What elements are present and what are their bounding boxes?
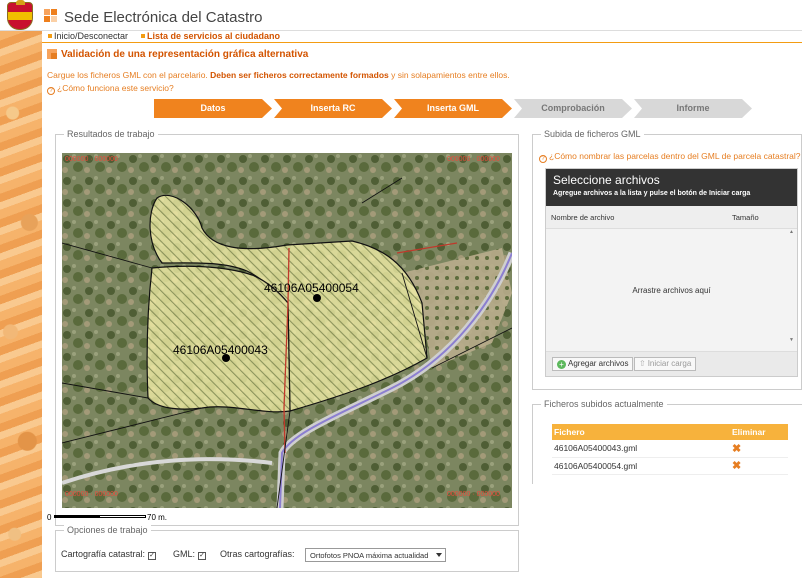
file-uploader: Seleccione archivos Agregue archivos a l…: [545, 168, 798, 377]
cartografia-option: Cartografía catastral: ✓: [61, 549, 157, 560]
uploader-scrollbar[interactable]: ▲ ▼: [789, 229, 797, 349]
start-upload-label: Iniciar carga: [647, 359, 692, 368]
cartografia-checkbox[interactable]: ✓: [148, 552, 157, 560]
upload-arrow-icon: ⇧: [639, 359, 646, 368]
scale-bar: [54, 515, 146, 518]
uploaded-legend: Ficheros subidos actualmente: [541, 399, 667, 409]
scale-label: 70 m.: [147, 513, 168, 522]
site-title[interactable]: Sede Electrónica del Catastro: [64, 9, 262, 26]
add-files-button[interactable]: + Agregar archivos: [552, 357, 634, 371]
upload-legend: Subida de ficheros GML: [541, 129, 644, 139]
intro-bold: Deben ser ficheros correctamente formado…: [210, 70, 389, 80]
col-fichero: Fichero: [552, 424, 730, 440]
step-inserta-rc: Inserta RC: [274, 99, 392, 118]
otras-value: Ortofotos PNOA máxima actualidad: [310, 551, 429, 560]
col-filename: Nombre de archivo: [551, 213, 615, 222]
step-datos: Datos: [154, 99, 272, 118]
delete-icon[interactable]: ✖: [732, 460, 741, 472]
cartografia-label: Cartografía catastral:: [61, 549, 146, 559]
otras-label: Otras cartografías:: [220, 549, 295, 559]
col-eliminar: Eliminar: [730, 424, 788, 440]
uploaded-files-table: Fichero Eliminar 46106A05400043.gml ✖ 46…: [552, 424, 788, 475]
chevron-down-icon: [436, 553, 442, 557]
intro-text: Cargue los ficheros GML con el parcelari…: [47, 70, 510, 80]
parcel-marker-54: [313, 294, 321, 302]
uploader-title: Seleccione archivos: [553, 173, 660, 187]
step-comprobacion: Comprobación: [514, 99, 632, 118]
upload-help-line[interactable]: ? ¿Cómo nombrar las parcelas dentro del G…: [539, 151, 801, 163]
bullet-icon: [48, 34, 52, 38]
drop-text: Arrastre archivos aquí: [632, 286, 711, 295]
header: Sede Electrónica del Catastro: [0, 0, 802, 31]
wizard-steps: Datos Inserta RC Inserta GML Comprobació…: [154, 99, 754, 118]
svg-text:000000 · 000000: 000000 · 000000: [447, 156, 500, 163]
file-name: 46106A05400043.gml: [552, 440, 730, 458]
gml-checkbox[interactable]: ✓: [198, 552, 207, 560]
results-legend: Resultados de trabajo: [64, 129, 158, 139]
table-row: 46106A05400054.gml ✖: [552, 457, 788, 475]
page-title: Validación de una representación gráfica…: [61, 49, 309, 60]
nav-divider: [42, 42, 802, 43]
top-nav: Inicio/Desconectar Lista de servicios al…: [42, 31, 802, 42]
delete-icon[interactable]: ✖: [732, 443, 741, 455]
gml-label: GML:: [173, 549, 196, 559]
svg-text:000000 · 000000: 000000 · 000000: [65, 491, 118, 498]
naming-help-link[interactable]: ¿Cómo nombrar las parcelas dentro del GM…: [549, 151, 801, 161]
help-icon: ?: [47, 87, 55, 95]
help-line[interactable]: ? ¿Cómo funciona este servicio?: [47, 83, 174, 95]
intro-prefix: Cargue los ficheros GML con el parcelari…: [47, 70, 208, 80]
uploader-header: Seleccione archivos Agregue archivos a l…: [546, 169, 797, 206]
file-name: 46106A05400054.gml: [552, 457, 730, 475]
services-list-link[interactable]: Lista de servicios al ciudadano: [147, 31, 280, 41]
intro-suffix: y sin solapamientos entre ellos.: [391, 70, 510, 80]
how-it-works-link[interactable]: ¿Cómo funciona este servicio?: [57, 83, 174, 93]
drop-zone[interactable]: Arrastre archivos aquí: [546, 229, 797, 351]
side-decoration: [0, 31, 42, 578]
step-inserta-gml: Inserta GML: [394, 99, 512, 118]
uploader-footer: + Agregar archivos ⇧ Iniciar carga: [546, 351, 797, 376]
section-icon: [47, 49, 57, 59]
scale-zero: 0: [47, 513, 52, 522]
step-informe: Informe: [634, 99, 752, 118]
home-logout-link[interactable]: Inicio/Desconectar: [54, 31, 128, 41]
gml-option: GML: ✓: [173, 549, 207, 560]
bullet-icon: [141, 34, 145, 38]
start-upload-button[interactable]: ⇧ Iniciar carga: [634, 357, 697, 371]
plus-icon: +: [557, 360, 566, 369]
table-row: 46106A05400043.gml ✖: [552, 440, 788, 458]
options-legend: Opciones de trabajo: [64, 525, 151, 535]
col-size: Tamaño: [732, 213, 759, 222]
uploader-columns: Nombre de archivo Tamaño: [546, 206, 797, 229]
add-files-label: Agregar archivos: [568, 359, 629, 368]
parcel-label-43: 46106A05400043: [173, 343, 268, 357]
parcel-map[interactable]: 000000 · 000000 000000 · 000000 000000 ·…: [62, 153, 512, 508]
catastro-logo-icon: [44, 9, 58, 23]
uploader-subtitle: Agregue archivos a la lista y pulse el b…: [553, 190, 751, 197]
coat-of-arms-logo: [7, 0, 33, 30]
help-icon: ?: [539, 155, 547, 163]
otras-cartografias-select[interactable]: Ortofotos PNOA máxima actualidad: [305, 548, 446, 562]
svg-text:000000 · 000000: 000000 · 000000: [447, 491, 500, 498]
parcel-label-54: 46106A05400054: [264, 281, 359, 295]
svg-text:000000 · 000000: 000000 · 000000: [65, 156, 118, 163]
